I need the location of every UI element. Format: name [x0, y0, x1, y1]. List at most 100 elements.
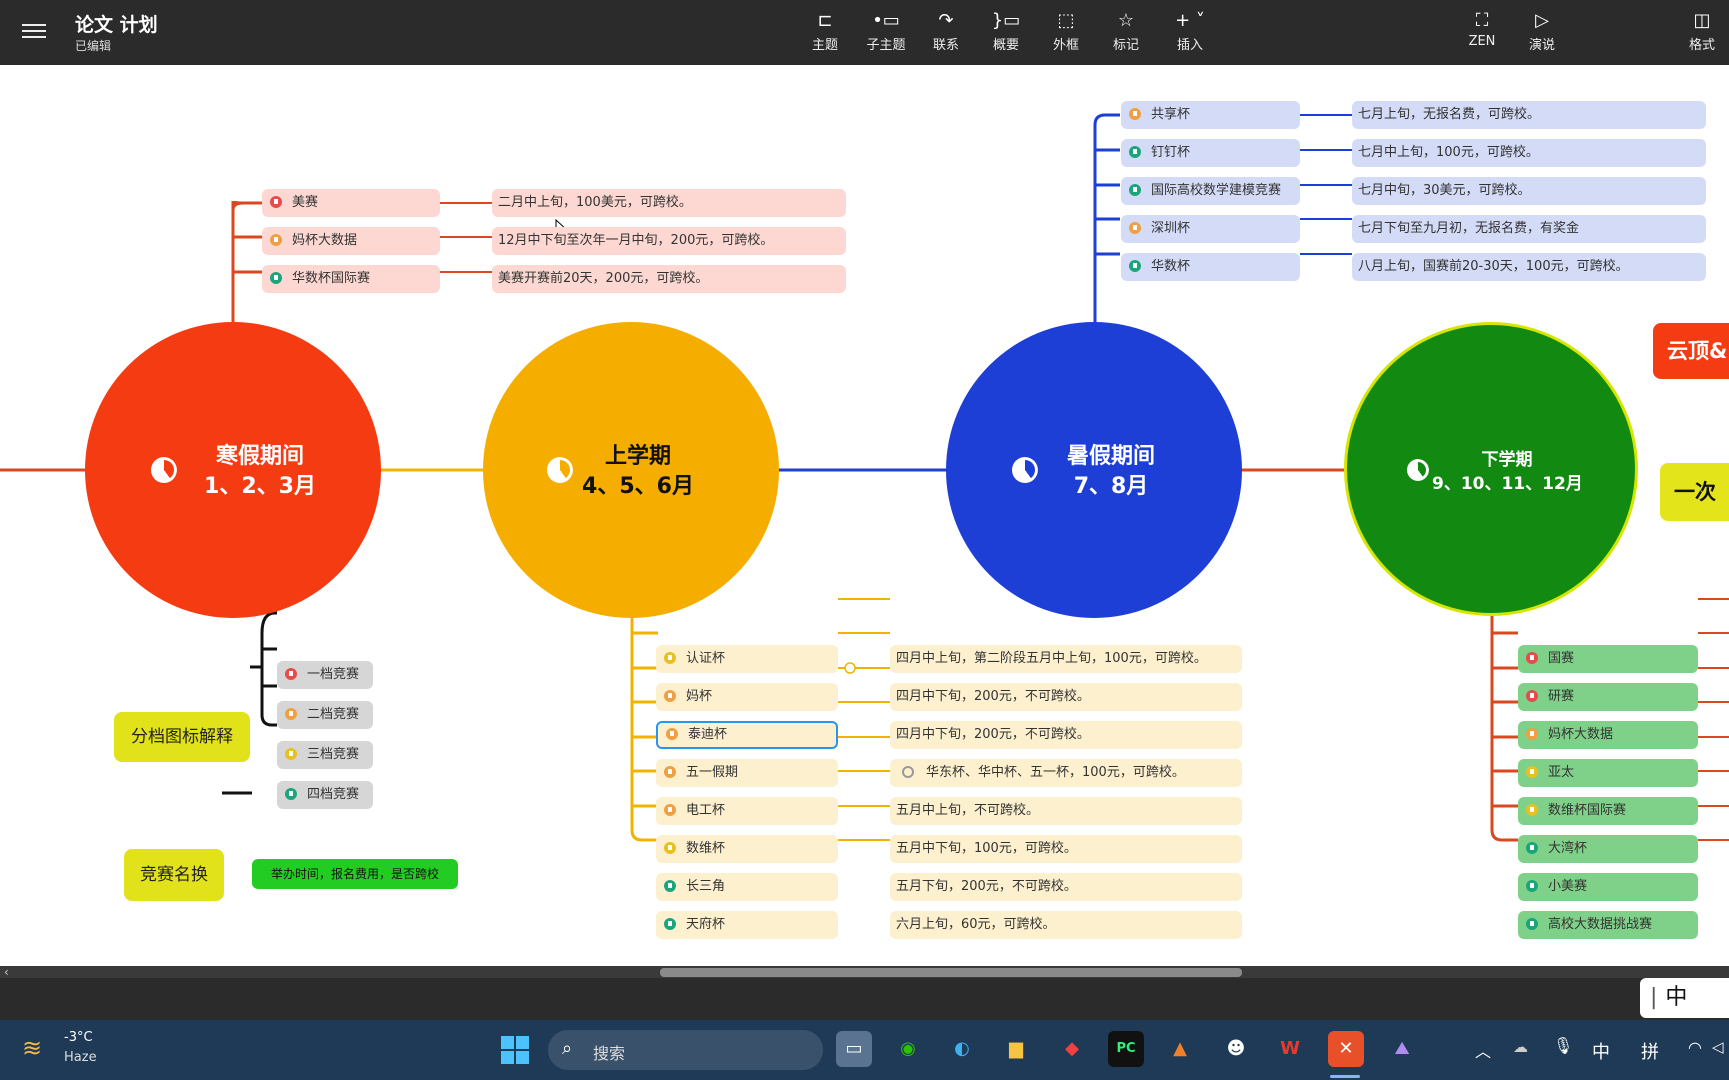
period-spring-topic[interactable]: 上学期 4、5、6月	[483, 322, 779, 618]
spring-item-desc[interactable]: 六月上旬，60元，可跨校。	[890, 911, 1242, 939]
autumn-item-topic[interactable]: 数维杯国际赛	[1518, 797, 1698, 825]
spring-item-desc[interactable]: 华东杯、华中杯、五一杯，100元，可跨校。	[890, 759, 1242, 787]
legend-level-topic[interactable]: 二档竞赛	[277, 701, 373, 729]
matlab-icon[interactable]: ▲	[1162, 1031, 1198, 1067]
priority-flag-icon	[664, 766, 676, 778]
marker-button[interactable]: ☆ 标记	[1098, 8, 1154, 58]
legend-level-name: 二档竞赛	[307, 707, 360, 722]
summer-item-desc[interactable]: 七月上旬，无报名费，可跨校。	[1352, 101, 1706, 129]
insert-button[interactable]: + ˅ 插入	[1162, 8, 1218, 58]
document-title[interactable]: 论文 计划	[75, 10, 158, 37]
legend-level-topic[interactable]: 三档竞赛	[277, 741, 373, 769]
zen-button[interactable]: ⛶ ZEN	[1454, 8, 1510, 58]
microphone-icon[interactable]: 🎙	[1553, 1036, 1573, 1055]
wps-office-icon[interactable]: W	[1272, 1031, 1308, 1067]
spring-item-name: 认证杯	[686, 651, 726, 666]
pycharm-icon[interactable]: PC	[1108, 1031, 1144, 1067]
wechat-icon[interactable]: ◉	[890, 1031, 926, 1067]
autumn-item-topic[interactable]: 大湾杯	[1518, 835, 1698, 863]
file-explorer-icon[interactable]: ▆	[998, 1031, 1034, 1067]
period-autumn-topic[interactable]: 下学期 9、10、11、12月	[1344, 322, 1638, 616]
legend-level-topic[interactable]: 四档竞赛	[277, 781, 373, 809]
app-robot-icon[interactable]: ☻	[1218, 1031, 1254, 1067]
pitch-button[interactable]: ▷ 演说	[1514, 8, 1570, 58]
naming-desc[interactable]: 举办时间，报名费用，是否跨校	[252, 859, 458, 889]
spring-item-topic[interactable]: 数维杯	[656, 835, 838, 863]
summer-item-topic[interactable]: 华数杯	[1121, 253, 1300, 281]
weather-temp[interactable]: -3°C	[64, 1030, 93, 1045]
summer-item-desc[interactable]: 七月中上旬，100元，可跨校。	[1352, 139, 1706, 167]
subtopic-button[interactable]: •▭ 子主题	[858, 8, 914, 58]
partial-topic-bottom[interactable]: 一次	[1660, 463, 1729, 521]
spring-item-topic[interactable]: 五一假期	[656, 759, 838, 787]
priority-flag-icon	[1526, 880, 1538, 892]
summer-item-topic[interactable]: 共享杯	[1121, 101, 1300, 129]
winter-item-desc[interactable]: 二月中上旬，100美元，可跨校。	[492, 189, 846, 217]
spring-item-desc[interactable]: 五月中下旬，100元，可跨校。	[890, 835, 1242, 863]
topic-button[interactable]: ⊏ 主题	[797, 8, 853, 58]
spring-item-name: 妈杯	[686, 689, 713, 704]
winter-item-topic[interactable]: 华数杯国际赛	[262, 265, 440, 293]
autumn-item-topic[interactable]: 研赛	[1518, 683, 1698, 711]
winter-item-desc[interactable]: 12月中下旬至次年一月中旬，200元，可跨校。	[492, 227, 846, 255]
edge-browser-icon[interactable]: ◐	[944, 1031, 980, 1067]
spring-item-desc[interactable]: 四月中下旬，200元，不可跨校。	[890, 721, 1242, 749]
ime-indicator[interactable]: | 中	[1640, 978, 1729, 1018]
spring-item-topic[interactable]: 电工杯	[656, 797, 838, 825]
scroll-left-arrow-icon[interactable]: ‹	[4, 965, 9, 979]
winter-item-topic[interactable]: 妈杯大数据	[262, 227, 440, 255]
hamburger-menu-icon[interactable]	[22, 20, 46, 44]
ime-mode[interactable]: 拼	[1641, 1038, 1659, 1064]
winter-item-topic[interactable]: 美赛	[262, 189, 440, 217]
spring-item-topic[interactable]: 长三角	[656, 873, 838, 901]
legend-title[interactable]: 分档图标解释	[114, 712, 250, 762]
wifi-icon[interactable]: ◠	[1688, 1038, 1702, 1057]
weather-haze-icon[interactable]: ≋	[22, 1034, 56, 1064]
spring-item-name: 数维杯	[686, 841, 726, 856]
naming-title[interactable]: 竞赛名换	[124, 849, 224, 901]
onedrive-icon[interactable]: ☁	[1513, 1038, 1528, 1056]
winter-item-desc[interactable]: 美赛开赛前20天，200元，可跨校。	[492, 265, 846, 293]
summer-item-topic[interactable]: 钉钉杯	[1121, 139, 1300, 167]
spring-item-desc[interactable]: 四月中上旬，第二阶段五月中上旬，100元，可跨校。	[890, 645, 1242, 673]
summer-item-topic[interactable]: 深圳杯	[1121, 215, 1300, 243]
spring-item-desc[interactable]: 五月下旬，200元，不可跨校。	[890, 873, 1242, 901]
windows-start-icon[interactable]	[500, 1035, 530, 1065]
autumn-item-topic[interactable]: 妈杯大数据	[1518, 721, 1698, 749]
spring-item-topic[interactable]: 妈杯	[656, 683, 838, 711]
period-summer-topic[interactable]: 暑假期间 7、8月	[946, 322, 1242, 618]
partial-topic-top[interactable]: 云顶&	[1653, 323, 1729, 379]
spring-item-name: 五一假期	[686, 765, 739, 780]
autumn-item-topic[interactable]: 亚太	[1518, 759, 1698, 787]
taskbar-search-box[interactable]: ⌕ 搜索	[548, 1030, 823, 1070]
spring-item-desc[interactable]: 五月中上旬，不可跨校。	[890, 797, 1242, 825]
boundary-icon: ⬚	[1057, 10, 1075, 31]
summer-item-name: 国际高校数学建模竞赛	[1151, 183, 1282, 198]
autumn-item-topic[interactable]: 高校大数据挑战赛	[1518, 911, 1698, 939]
summer-item-topic[interactable]: 国际高校数学建模竞赛	[1121, 177, 1300, 205]
legend-level-topic[interactable]: 一档竞赛	[277, 661, 373, 689]
autumn-item-topic[interactable]: 国赛	[1518, 645, 1698, 673]
task-view-icon[interactable]: ▭	[836, 1031, 872, 1067]
autumn-item-topic[interactable]: 小美赛	[1518, 873, 1698, 901]
ime-language[interactable]: 中	[1592, 1038, 1610, 1064]
xmind-icon[interactable]: ✕	[1328, 1031, 1364, 1067]
format-button[interactable]: ◫ 格式	[1677, 8, 1727, 58]
boundary-button[interactable]: ⬚ 外框	[1038, 8, 1094, 58]
spring-item-desc[interactable]: 四月中下旬，200元，不可跨校。	[890, 683, 1242, 711]
summer-item-desc[interactable]: 七月中旬，30美元，可跨校。	[1352, 177, 1706, 205]
summer-item-desc[interactable]: 七月下旬至九月初，无报名费，有奖金	[1352, 215, 1706, 243]
tray-overflow-chevron-icon[interactable]: ︿	[1475, 1038, 1491, 1062]
photos-icon[interactable]: ⛰	[1384, 1031, 1420, 1067]
scrollbar-thumb[interactable]	[660, 968, 1242, 977]
period-winter-topic[interactable]: 寒假期间 1、2、3月	[85, 322, 381, 618]
relationship-button[interactable]: ↷ 联系	[918, 8, 974, 58]
spring-item-topic[interactable]: 认证杯	[656, 645, 838, 673]
volume-icon[interactable]: ◁	[1712, 1038, 1724, 1056]
summer-item-desc[interactable]: 八月上旬，国赛前20-30天，100元，可跨校。	[1352, 253, 1706, 281]
spring-item-topic[interactable]: 天府杯	[656, 911, 838, 939]
mindmap-canvas[interactable]: 寒假期间 1、2、3月 上学期 4、5、6月 暑假期间 7、8月 下学期 9、10、11…	[0, 65, 1729, 966]
spring-item-topic[interactable]: 泰迪杯	[656, 721, 838, 749]
summary-button[interactable]: }▭ 概要	[978, 8, 1034, 58]
app-red-diamond-icon[interactable]: ◆	[1054, 1031, 1090, 1067]
